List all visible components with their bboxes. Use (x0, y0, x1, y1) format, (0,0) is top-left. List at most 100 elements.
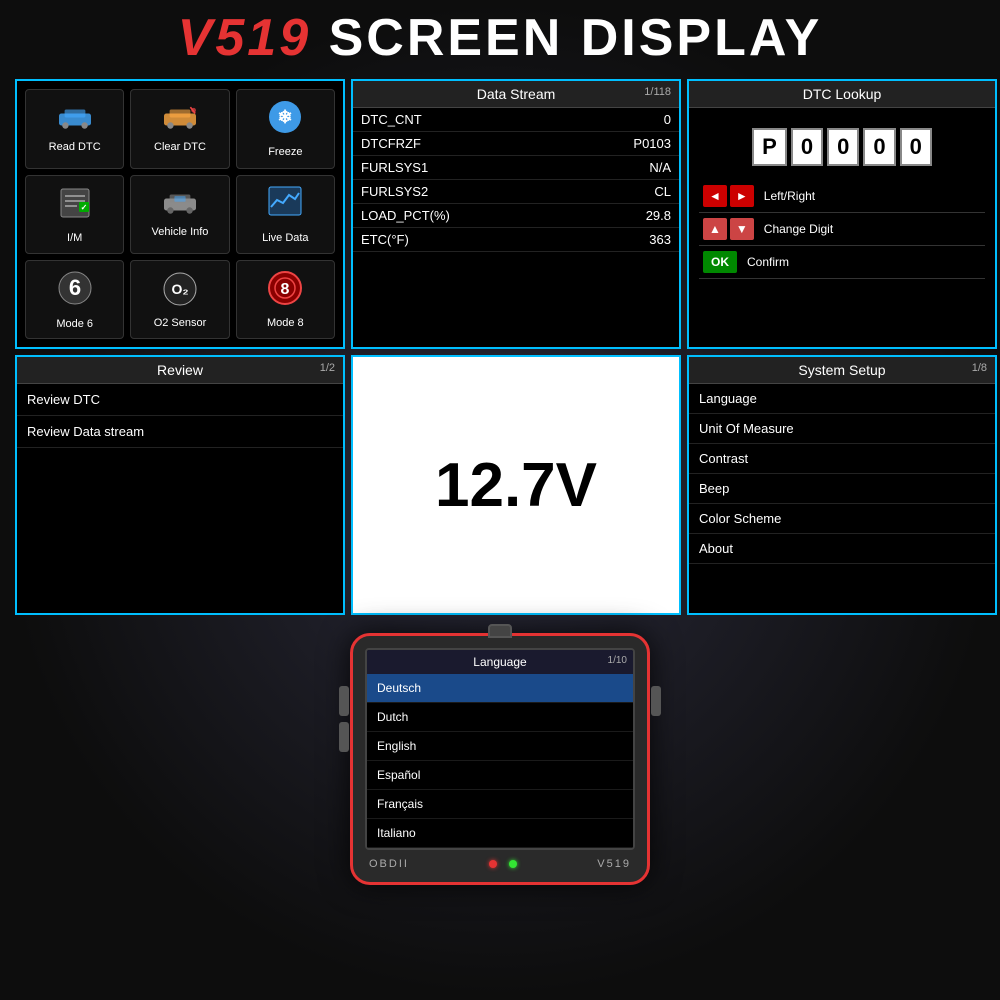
review-header: Review 1/2 (17, 357, 343, 384)
led-red (489, 860, 497, 868)
voltage-panel: 12.7V (351, 355, 681, 615)
dtc-digit-3[interactable]: 0 (900, 128, 932, 166)
clear-dtc-icon (160, 105, 200, 137)
mode6-icon: 6 (57, 270, 93, 314)
device-top-knob (488, 624, 512, 638)
dtc-left-btn[interactable]: ◄ (703, 185, 727, 207)
system-setup-panel: System Setup 1/8 Language Unit Of Measur… (687, 355, 997, 615)
device-screen-title: Language (473, 655, 526, 669)
lang-item-italiano[interactable]: Italiano (367, 819, 633, 848)
dtc-down-btn[interactable]: ▼ (730, 218, 754, 240)
mode8-label: Mode 8 (267, 317, 304, 329)
device-side-buttons-right (651, 686, 661, 716)
menu-item-live-data[interactable]: Live Data (236, 175, 335, 254)
menu-item-freeze[interactable]: ❄ Freeze (236, 89, 335, 168)
data-stream-header: Data Stream 1/118 (353, 81, 679, 108)
menu-item-clear-dtc[interactable]: Clear DTC (130, 89, 229, 168)
menu-panel: Read DTC Clear DTC (15, 79, 345, 349)
data-row-dtcfrzf: DTCFRZF P0103 (353, 132, 679, 156)
dtc-confirm-label: Confirm (747, 255, 789, 269)
dtc-digit-label: Change Digit (764, 222, 833, 236)
device-container: Language 1/10 Deutsch Dutch English (330, 623, 670, 933)
vehicle-info-label: Vehicle Info (152, 226, 209, 238)
title-rest: SCREEN DISPLAY (329, 9, 823, 67)
dtc-lr-buttons: ◄ ► (703, 185, 754, 207)
data-stream-page: 1/118 (644, 86, 671, 98)
side-btn-right-1[interactable] (651, 686, 661, 716)
screens-grid: Read DTC Clear DTC (15, 79, 985, 615)
svg-text:6: 6 (69, 275, 81, 300)
im-label: I/M (67, 232, 82, 244)
data-row-furlsys2: FURLSYS2 CL (353, 180, 679, 204)
dtc-confirm-control: OK Confirm (699, 246, 985, 279)
freeze-icon: ❄ (267, 99, 303, 142)
menu-item-o2-sensor[interactable]: O₂ O2 Sensor (130, 260, 229, 339)
setup-row-color-scheme[interactable]: Color Scheme (689, 504, 995, 534)
svg-text:❄: ❄ (278, 107, 293, 127)
system-setup-header: System Setup 1/8 (689, 357, 995, 384)
im-icon: ✓ (57, 185, 93, 228)
lang-item-espanol[interactable]: Español (367, 761, 633, 790)
setup-row-language[interactable]: Language (689, 384, 995, 414)
dtc-digit-1[interactable]: 0 (827, 128, 859, 166)
freeze-label: Freeze (268, 146, 302, 158)
menu-item-mode8[interactable]: 8 Mode 8 (236, 260, 335, 339)
review-page: 1/2 (320, 362, 335, 374)
mode8-icon: 8 (267, 270, 303, 313)
dtc-ok-btn[interactable]: OK (703, 251, 737, 273)
setup-row-about[interactable]: About (689, 534, 995, 564)
dtc-ud-buttons: ▲ ▼ (703, 218, 754, 240)
voltage-value: 12.7V (435, 450, 597, 521)
lang-item-english[interactable]: English (367, 732, 633, 761)
menu-item-vehicle-info[interactable]: Vehicle Info (130, 175, 229, 254)
o2-sensor-icon: O₂ (162, 271, 198, 313)
data-row-furlsys1: FURLSYS1 N/A (353, 156, 679, 180)
lang-item-francais[interactable]: Français (367, 790, 633, 819)
menu-item-mode6[interactable]: 6 Mode 6 (25, 260, 124, 339)
setup-row-contrast[interactable]: Contrast (689, 444, 995, 474)
device-brand-left: OBDII (369, 858, 409, 870)
dtc-digit-2[interactable]: 0 (863, 128, 895, 166)
device-leds (489, 860, 517, 868)
review-row-1[interactable]: Review Data stream (17, 416, 343, 448)
svg-text:O₂: O₂ (171, 281, 188, 297)
side-btn-left-1[interactable] (339, 686, 349, 716)
menu-item-im[interactable]: ✓ I/M (25, 175, 124, 254)
dtc-lookup-header: DTC Lookup (689, 81, 995, 108)
led-green (509, 860, 517, 868)
setup-row-unit[interactable]: Unit Of Measure (689, 414, 995, 444)
language-list: Deutsch Dutch English Español Français (367, 674, 633, 848)
lang-item-deutsch[interactable]: Deutsch (367, 674, 633, 703)
dtc-lookup-panel: DTC Lookup P 0 0 0 0 ◄ ► Left/Right (687, 79, 997, 349)
read-dtc-label: Read DTC (49, 141, 101, 153)
live-data-icon (267, 185, 303, 228)
lang-item-dutch[interactable]: Dutch (367, 703, 633, 732)
o2-sensor-label: O2 Sensor (154, 317, 207, 329)
device-body: Language 1/10 Deutsch Dutch English (350, 633, 650, 885)
data-row-etc: ETC(°F) 363 (353, 228, 679, 252)
mode6-label: Mode 6 (56, 318, 93, 330)
svg-text:✓: ✓ (80, 203, 87, 212)
setup-row-beep[interactable]: Beep (689, 474, 995, 504)
data-row-dtc-cnt: DTC_CNT 0 (353, 108, 679, 132)
menu-item-read-dtc[interactable]: Read DTC (25, 89, 124, 168)
device-screen-page: 1/10 (608, 655, 627, 666)
svg-text:8: 8 (281, 281, 290, 298)
vehicle-info-icon (160, 190, 200, 222)
dtc-digit-control: ▲ ▼ Change Digit (699, 213, 985, 246)
system-setup-page: 1/8 (972, 362, 987, 374)
dtc-controls: ◄ ► Left/Right ▲ ▼ Change Digit OK Confi… (689, 176, 995, 283)
dtc-up-btn[interactable]: ▲ (703, 218, 727, 240)
live-data-label: Live Data (262, 232, 308, 244)
dtc-right-btn[interactable]: ► (730, 185, 754, 207)
device-screen-header: Language 1/10 (367, 650, 633, 674)
side-btn-left-2[interactable] (339, 722, 349, 752)
device-section: Language 1/10 Deutsch Dutch English (15, 623, 985, 990)
data-row-load-pct: LOAD_PCT(%) 29.8 (353, 204, 679, 228)
device-screen: Language 1/10 Deutsch Dutch English (365, 648, 635, 850)
dtc-lr-label: Left/Right (764, 189, 815, 203)
dtc-digit-0[interactable]: 0 (791, 128, 823, 166)
dtc-lr-control: ◄ ► Left/Right (699, 180, 985, 213)
device-bottom: OBDII V519 (365, 850, 635, 870)
review-row-0[interactable]: Review DTC (17, 384, 343, 416)
